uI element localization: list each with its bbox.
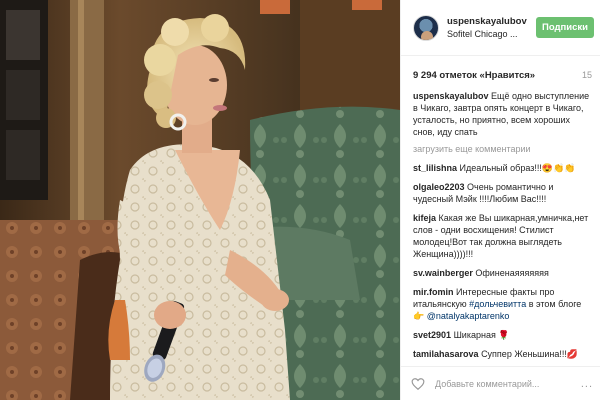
post-header: uspenskayalubov Sofitel Chicago ... Подп… — [401, 0, 600, 56]
comment-footer: Добавьте комментарий... ... — [401, 366, 600, 400]
load-more-comments-link[interactable]: загрузить еще комментарии — [413, 144, 590, 154]
post-sidebar: uspenskayalubov Sofitel Chicago ... Подп… — [400, 0, 600, 400]
avatar[interactable] — [413, 14, 439, 41]
mention-link[interactable]: @natalyakaptarenko — [427, 311, 510, 321]
post-time[interactable]: 15 — [582, 70, 592, 80]
comment-text: Суппер Женьшина!!!💋 — [481, 349, 579, 359]
photo-illustration — [0, 0, 400, 400]
heart-icon[interactable] — [411, 377, 425, 391]
comment-username[interactable]: mir.fomin — [413, 287, 454, 297]
comment-text: Шикарная 🌹 — [453, 330, 510, 340]
username-link[interactable]: uspenskayalubov — [447, 16, 536, 27]
caption-username[interactable]: uspenskayalubov — [413, 91, 489, 101]
comment-text: Офиненаяяяяяяя — [475, 268, 549, 278]
comment-item: svet2901 Шикарная 🌹 — [413, 329, 590, 341]
post-photo[interactable] — [0, 0, 400, 400]
comment-username[interactable]: tamilahasarova — [413, 349, 479, 359]
comment-username[interactable]: kifeja — [413, 213, 436, 223]
comment-text: Идеальный образ!!!😍👏👏 — [459, 163, 576, 173]
comment-username[interactable]: olgaleo2203 — [413, 182, 465, 192]
comment-text: Какая же Вы шикарная,умничка,нет слов - … — [413, 213, 589, 259]
comment-username[interactable]: svet2901 — [413, 330, 451, 340]
post-caption: uspenskayalubov Ещё одно выступление в Ч… — [413, 90, 590, 138]
location-link[interactable]: Sofitel Chicago ... — [447, 29, 536, 39]
comment-item: sv.wainberger Офиненаяяяяяяя — [413, 267, 590, 279]
likes-row: 9 294 отметок «Нравится» 15 — [401, 60, 600, 90]
hashtag-link[interactable]: #дольчевитта — [469, 299, 526, 309]
add-comment-input[interactable]: Добавьте комментарий... — [435, 379, 581, 389]
follow-button[interactable]: Подписки — [536, 17, 594, 38]
more-options-icon[interactable]: ... — [581, 378, 593, 390]
comment-username[interactable]: st_lilishna — [413, 163, 457, 173]
comment-item: st_lilishna Идеальный образ!!!😍👏👏 — [413, 162, 590, 174]
comment-item: tamilahasarova Суппер Женьшина!!!💋 — [413, 348, 590, 360]
comment-username[interactable]: sv.wainberger — [413, 268, 473, 278]
instagram-post: uspenskayalubov Sofitel Chicago ... Подп… — [0, 0, 600, 400]
comment-item: olgaleo2203 Очень романтично и чудесный … — [413, 181, 590, 205]
comment-item: kifeja Какая же Вы шикарная,умничка,нет … — [413, 212, 590, 260]
user-meta: uspenskayalubov Sofitel Chicago ... — [447, 16, 536, 39]
comments-list: uspenskayalubov Ещё одно выступление в Ч… — [401, 90, 600, 366]
likes-count[interactable]: 9 294 отметок «Нравится» — [413, 70, 535, 81]
comment-item: mir.fomin Интересные факты про итальянск… — [413, 286, 590, 322]
